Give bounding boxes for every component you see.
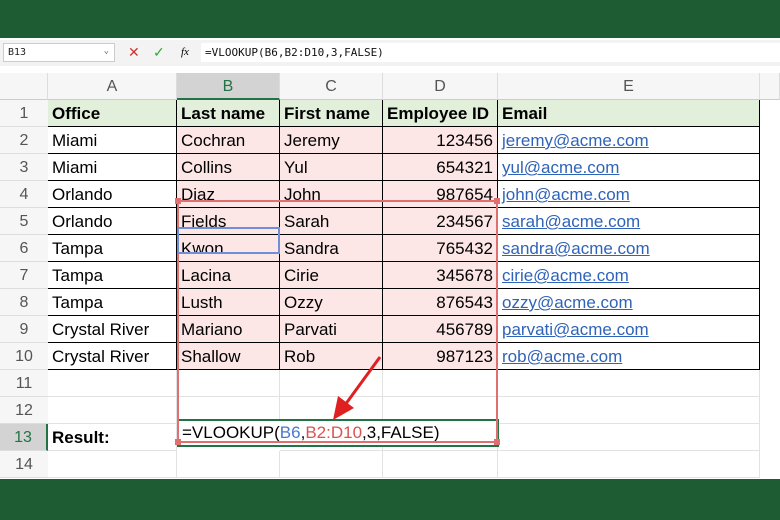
arrow-head	[333, 396, 354, 420]
arrow-shaft	[343, 356, 382, 406]
red-arrow-annotation	[333, 356, 382, 420]
